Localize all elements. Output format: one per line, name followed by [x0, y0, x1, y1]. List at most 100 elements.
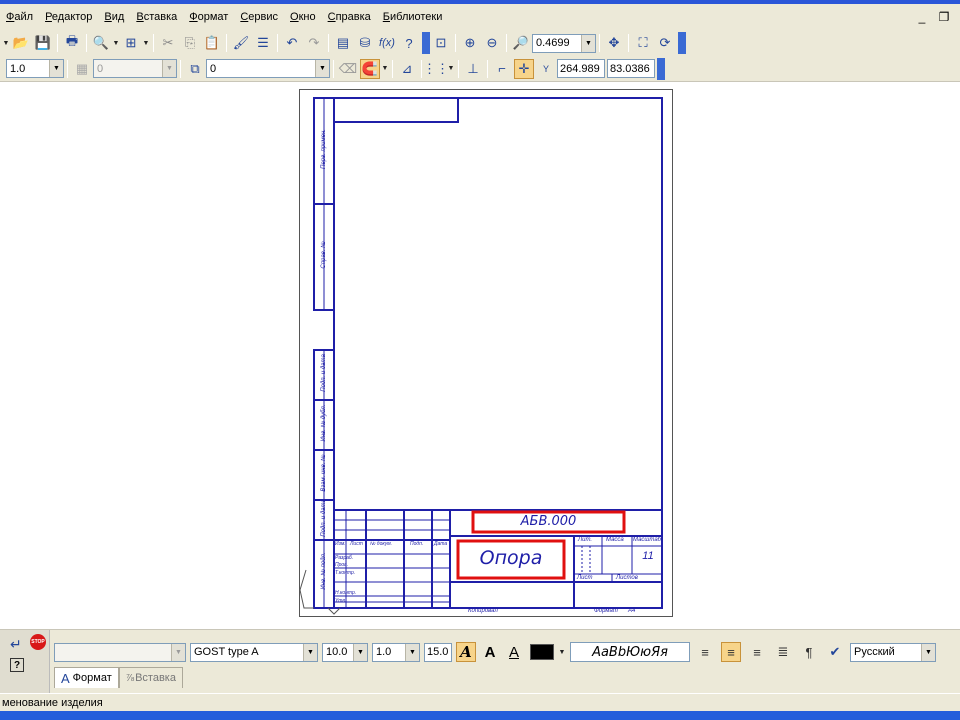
- underline-icon[interactable]: A: [504, 642, 524, 662]
- eraser-icon[interactable]: ⌫: [338, 59, 358, 79]
- toolbar-grip[interactable]: [678, 32, 686, 54]
- open-folder-icon[interactable]: 📂: [11, 33, 31, 53]
- toolbar-grip[interactable]: [657, 57, 665, 80]
- align-left-icon[interactable]: ≡: [695, 642, 715, 662]
- zoom-window-icon[interactable]: ⊡: [431, 33, 451, 53]
- tab-insert[interactable]: ⅞ Вставка: [118, 667, 183, 688]
- tab-format[interactable]: A Формат: [54, 667, 119, 688]
- preview-dropdown-icon[interactable]: ▼: [112, 40, 120, 47]
- menu-service[interactable]: Сервис: [234, 4, 284, 30]
- redo-icon[interactable]: ↷: [304, 33, 324, 53]
- menu-libraries[interactable]: Библиотеки: [377, 4, 449, 30]
- manager-dropdown-icon[interactable]: ▼: [142, 40, 150, 47]
- row-razrab-label: Разраб.: [335, 555, 354, 561]
- copy-icon[interactable]: ⎘: [180, 33, 200, 53]
- layer-combo[interactable]: 0 ▼: [93, 59, 177, 78]
- chevron-down-icon[interactable]: ▼: [405, 643, 419, 661]
- chevron-down-icon[interactable]: ▼: [49, 60, 63, 77]
- show-all-icon[interactable]: ⛶: [633, 33, 653, 53]
- align-center-icon[interactable]: ≡: [721, 642, 741, 662]
- toolbar-separator: [421, 59, 422, 78]
- preview-icon[interactable]: 🔍: [91, 33, 111, 53]
- line-spacing-combo[interactable]: 1.0 ▼: [372, 642, 420, 662]
- menu-format[interactable]: Формат: [183, 4, 234, 30]
- align-right-icon[interactable]: ≡: [747, 642, 767, 662]
- variables-icon[interactable]: f(x): [377, 33, 397, 53]
- spellcheck-icon[interactable]: ✔: [825, 642, 845, 662]
- menu-editor[interactable]: Редактор: [39, 4, 98, 30]
- zoom-combo[interactable]: 0.4699 ▼: [532, 33, 596, 53]
- text-color-swatch[interactable]: [530, 644, 554, 660]
- chevron-down-icon[interactable]: ▼: [171, 643, 185, 661]
- x-coord-value: 264.989: [560, 62, 600, 75]
- toolbar-separator: [487, 59, 488, 78]
- menu-insert[interactable]: Вставка: [130, 4, 183, 30]
- ortho-icon[interactable]: ⊿: [397, 59, 417, 79]
- toolbar-grip[interactable]: [422, 32, 430, 54]
- font-name-combo[interactable]: GOST type A ▼: [190, 642, 318, 662]
- grid-dropdown-icon[interactable]: ▼: [447, 65, 455, 72]
- library-manager-icon[interactable]: ⛁: [355, 33, 375, 53]
- color-dropdown-icon[interactable]: ▼: [558, 649, 566, 656]
- x-coord-field[interactable]: 264.989: [557, 59, 605, 78]
- bold-icon[interactable]: A: [480, 642, 500, 662]
- layers-icon[interactable]: ▦: [72, 59, 92, 79]
- save-icon[interactable]: 💾: [33, 33, 53, 53]
- chevron-down-icon[interactable]: ▼: [162, 60, 176, 77]
- y-coord-field[interactable]: 83.0386: [607, 59, 655, 78]
- orthogonal-mode-icon[interactable]: ⌐: [492, 59, 512, 79]
- zoom-in-icon[interactable]: ⊕: [460, 33, 480, 53]
- part-name-text[interactable]: Опора: [458, 547, 564, 569]
- minimize-icon[interactable]: _: [914, 11, 930, 25]
- zoom-out-icon[interactable]: ⊖: [482, 33, 502, 53]
- style-combo[interactable]: 0 ▼: [206, 59, 330, 78]
- toolbar-separator: [328, 34, 329, 52]
- magnet-snap-icon[interactable]: 🧲: [360, 58, 380, 79]
- restore-icon[interactable]: ❐: [936, 11, 952, 25]
- text-style-combo[interactable]: ▼: [54, 642, 186, 662]
- chevron-down-icon[interactable]: ▼: [921, 643, 935, 661]
- width-field[interactable]: 15.0: [424, 642, 452, 662]
- snap-dropdown-icon[interactable]: ▼: [381, 65, 389, 72]
- paste-icon[interactable]: 📋: [202, 33, 222, 53]
- undo-icon[interactable]: ↶: [282, 33, 302, 53]
- drawing-canvas[interactable]: АБВ.000 Опора 11 Лит. Масса Масштаб Лист…: [0, 83, 960, 629]
- grid-icon[interactable]: ⋮⋮: [423, 59, 449, 79]
- language-combo[interactable]: Русский ▼: [850, 642, 936, 662]
- tree-icon[interactable]: ▤: [333, 33, 353, 53]
- stop-icon[interactable]: STOP: [30, 634, 46, 650]
- cursor-coords-icon[interactable]: ✛: [514, 58, 534, 79]
- help-icon[interactable]: ?: [10, 658, 24, 672]
- chevron-down-icon[interactable]: ▼: [353, 643, 367, 661]
- paragraph-icon[interactable]: ¶: [799, 642, 819, 662]
- menu-help[interactable]: Справка: [322, 4, 377, 30]
- col-sheet-label: Лист: [577, 575, 593, 581]
- cut-icon[interactable]: ✂: [158, 33, 178, 53]
- manager-icon[interactable]: ⊞: [121, 33, 141, 53]
- italic-icon[interactable]: A: [456, 642, 476, 662]
- chevron-down-icon[interactable]: ▼: [315, 60, 329, 77]
- enter-icon[interactable]: ↵: [10, 636, 22, 653]
- properties-toolbar: 1.0 ▼ ▦ 0 ▼ ⧉ 0 ▼ ⌫ 🧲 ▼ ⊿ ⋮⋮ ▼ ⊥ ⌐ ✛ Y 2…: [0, 56, 960, 82]
- designation-text[interactable]: АБВ.000: [473, 514, 624, 529]
- menu-view[interactable]: Вид: [98, 4, 130, 30]
- local-cs-icon[interactable]: ⊥: [463, 59, 483, 79]
- refresh-icon[interactable]: ⟳: [655, 33, 675, 53]
- zoom-scale-icon[interactable]: 🔎: [511, 33, 531, 53]
- menu-window[interactable]: Окно: [284, 4, 322, 30]
- drawing-sheet[interactable]: АБВ.000 Опора 11 Лит. Масса Масштаб Лист…: [299, 89, 673, 617]
- side-sprav-label: Справ. №: [321, 241, 327, 269]
- font-size-combo[interactable]: 10.0 ▼: [322, 642, 368, 662]
- chevron-down-icon[interactable]: ▼: [581, 34, 595, 52]
- print-icon[interactable]: 🖶: [62, 33, 82, 53]
- properties-icon[interactable]: ☰: [253, 33, 273, 53]
- new-dropdown-icon[interactable]: ▼: [2, 40, 10, 47]
- chevron-down-icon[interactable]: ▼: [303, 643, 317, 661]
- align-justify-icon[interactable]: ≣: [773, 642, 793, 662]
- line-scale-combo[interactable]: 1.0 ▼: [6, 59, 64, 78]
- context-help-icon[interactable]: ?: [399, 33, 419, 53]
- menu-file[interactable]: Файл: [0, 4, 39, 30]
- format-painter-icon[interactable]: 🖌: [231, 33, 251, 53]
- pan-icon[interactable]: ✥: [604, 33, 624, 53]
- style-icon[interactable]: ⧉: [185, 59, 205, 79]
